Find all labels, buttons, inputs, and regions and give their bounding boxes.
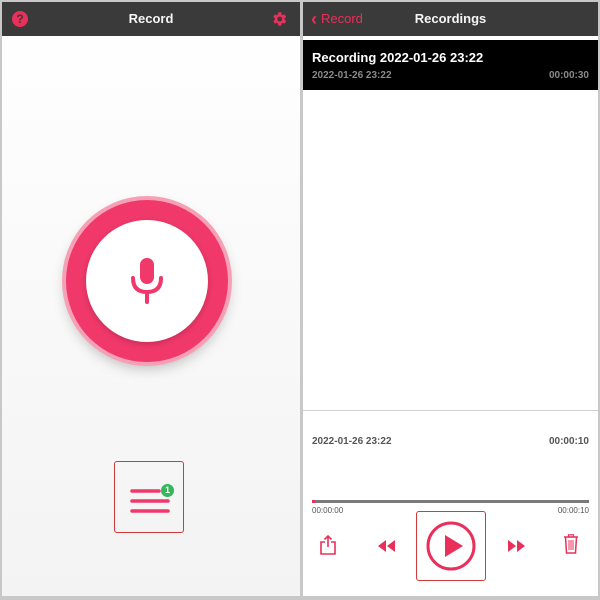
recording-name: Recording 2022-01-26 23:22 xyxy=(312,50,484,65)
play-button-frame[interactable] xyxy=(416,511,486,581)
elapsed-time: 00:00:00 xyxy=(312,506,344,515)
page-title: Record xyxy=(128,11,174,26)
player-title: 2022-01-26 23:22 xyxy=(312,436,392,447)
progress-slider[interactable] xyxy=(312,500,589,503)
microphone-icon xyxy=(131,258,163,304)
record-header: ? Record xyxy=(2,2,300,36)
list-item[interactable]: Recording 2022-01-26 23:22 2022-01-26 23… xyxy=(303,40,598,90)
recordings-list-button[interactable]: 1 xyxy=(114,461,184,533)
rewind-icon[interactable] xyxy=(377,539,397,557)
divider xyxy=(303,410,598,411)
record-screen: ? Record 1 xyxy=(2,2,300,596)
trash-icon[interactable] xyxy=(563,534,579,559)
count-badge: 1 xyxy=(161,484,174,497)
gear-icon[interactable] xyxy=(270,10,288,28)
record-button[interactable] xyxy=(66,200,228,362)
fast-forward-icon[interactable] xyxy=(506,539,526,557)
recording-duration: 00:00:30 xyxy=(548,70,589,81)
play-icon[interactable] xyxy=(425,520,477,572)
player-duration: 00:00:10 xyxy=(548,436,589,447)
share-icon[interactable] xyxy=(319,534,337,561)
progress-fill xyxy=(312,500,315,503)
total-time: 00:00:10 xyxy=(557,506,589,515)
recording-date: 2022-01-26 23:22 xyxy=(312,70,392,81)
recordings-screen: ‹ Record Recordings Recording 2022-01-26… xyxy=(303,2,598,596)
page-title: Recordings xyxy=(414,11,487,26)
recordings-header: ‹ Record Recordings xyxy=(303,2,598,36)
record-button-inner[interactable] xyxy=(86,220,208,342)
